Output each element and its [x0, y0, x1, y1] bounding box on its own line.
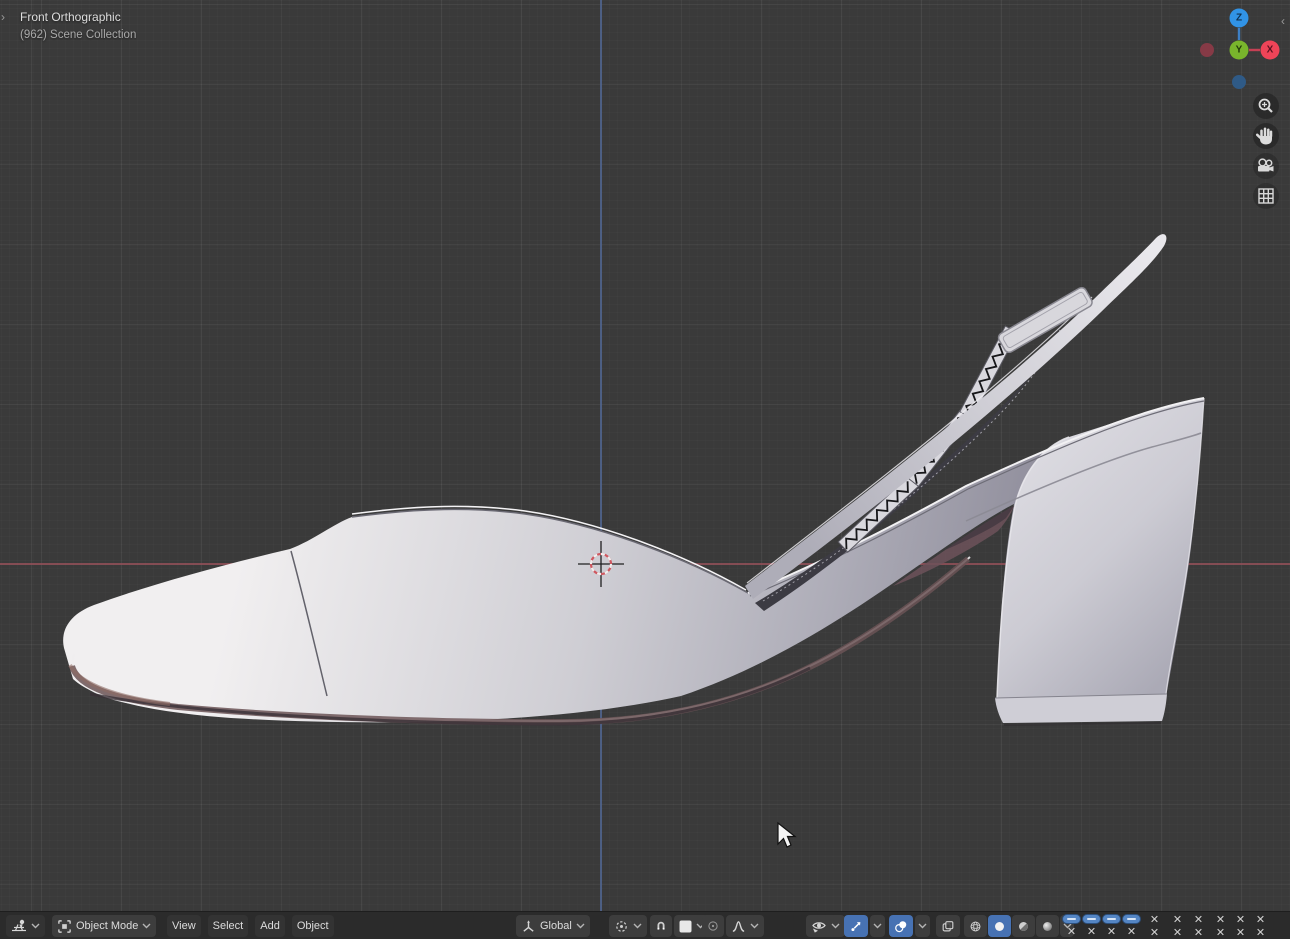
chevron-down-icon: [142, 923, 151, 929]
x-button[interactable]: ✕: [1122, 925, 1141, 938]
x-button[interactable]: ✕: [1189, 926, 1208, 939]
svg-text:Z: Z: [1236, 13, 1242, 24]
axes-icon: [521, 919, 536, 934]
editor-type-icon: [11, 918, 27, 934]
orientation-label: Global: [540, 920, 572, 932]
viewport-nav-buttons: [1250, 92, 1282, 212]
x-button[interactable]: ✕: [1168, 926, 1187, 939]
pivot-point-selector[interactable]: [609, 915, 647, 937]
pivot-dot-circle-icon: [614, 919, 629, 934]
navigation-gizmo[interactable]: Z Y X: [1197, 4, 1283, 96]
x-button[interactable]: ✕: [1145, 926, 1164, 939]
editor-type-button[interactable]: [6, 915, 45, 937]
overlap-squares-icon: [941, 919, 955, 934]
chevron-down-icon: [633, 923, 642, 929]
x-button[interactable]: ✕: [1168, 913, 1187, 926]
chevron-down-icon: [31, 923, 40, 929]
zoom-button[interactable]: [1253, 93, 1279, 119]
chevron-down-icon: [873, 923, 882, 929]
chevron-down-icon: [918, 923, 927, 929]
menu-object[interactable]: Object: [292, 915, 334, 937]
chevron-down-icon: [576, 923, 585, 929]
header-extra-buttons: ✕ ✕ ✕ ✕ ✕ ✕ ✕ ✕ ✕ ✕ ✕ ✕ ✕ ✕ ✕ ✕: [1060, 912, 1274, 939]
pill-button[interactable]: [1062, 914, 1081, 924]
snap-toggle[interactable]: [650, 915, 672, 937]
svg-text:Y: Y: [1236, 45, 1243, 56]
nav-gizmo-arrow-icon: [849, 919, 863, 934]
blender-window: Front Orthographic (962) Scene Collectio…: [0, 0, 1290, 939]
x-button[interactable]: ✕: [1082, 925, 1101, 938]
eye-icon: [811, 918, 827, 934]
x-button[interactable]: ✕: [1211, 926, 1230, 939]
overlays-dropdown[interactable]: [915, 915, 930, 937]
mouse-pointer: [775, 821, 799, 851]
active-collection-label: (962) Scene Collection: [20, 29, 136, 41]
chevron-down-icon: [750, 923, 759, 929]
x-button[interactable]: ✕: [1145, 913, 1164, 926]
material-sphere-icon: [1017, 919, 1030, 934]
magnet-icon: [655, 919, 667, 933]
shading-rendered-button[interactable]: [1036, 915, 1059, 937]
menu-add[interactable]: Add: [255, 915, 285, 937]
proportional-editing-toggle[interactable]: [702, 915, 724, 937]
shading-material-button[interactable]: [1012, 915, 1035, 937]
3d-viewport[interactable]: Front Orthographic (962) Scene Collectio…: [0, 0, 1290, 911]
smooth-curve-icon: [731, 919, 746, 934]
gizmo-neg-x-ball: [1200, 43, 1214, 57]
increment-square-icon: [679, 920, 692, 933]
x-button[interactable]: ✕: [1102, 925, 1121, 938]
solid-sphere-icon: [993, 919, 1006, 934]
object-mode-icon: [57, 919, 72, 934]
gizmos-dropdown[interactable]: [870, 915, 885, 937]
show-gizmos-toggle[interactable]: [844, 915, 868, 937]
x-button[interactable]: ✕: [1231, 926, 1250, 939]
pill-button[interactable]: [1122, 914, 1141, 924]
proportional-falloff-selector[interactable]: [726, 915, 764, 937]
header-menus: View Select Add Object: [167, 915, 334, 937]
two-circles-icon: [894, 919, 908, 934]
shoe-model-render: [0, 0, 1290, 911]
x-button[interactable]: ✕: [1062, 925, 1081, 938]
rendered-sphere-icon: [1041, 919, 1054, 934]
x-button[interactable]: ✕: [1231, 913, 1250, 926]
x-button[interactable]: ✕: [1251, 926, 1270, 939]
viewport-header: Object Mode View Select Add Object Globa…: [0, 911, 1290, 939]
orthographic-toggle-button[interactable]: [1253, 183, 1279, 209]
mode-label: Object Mode: [76, 920, 138, 932]
object-visibility-selector[interactable]: [806, 915, 845, 937]
transform-orientation-selector[interactable]: Global: [516, 915, 590, 937]
x-button[interactable]: ✕: [1211, 913, 1230, 926]
xray-toggle[interactable]: [936, 915, 960, 937]
shading-wireframe-button[interactable]: [964, 915, 987, 937]
menu-select[interactable]: Select: [208, 915, 249, 937]
view-label: Front Orthographic: [20, 10, 121, 24]
dot-circle-icon: [707, 919, 719, 933]
mode-selector[interactable]: Object Mode: [52, 915, 156, 937]
gizmo-neg-z-ball: [1232, 75, 1246, 89]
x-button[interactable]: ✕: [1251, 913, 1270, 926]
wire-sphere-icon: [969, 919, 982, 934]
3d-cursor: [576, 539, 626, 589]
chevron-down-icon: [831, 923, 840, 929]
x-button[interactable]: ✕: [1189, 913, 1208, 926]
pill-button[interactable]: [1102, 914, 1121, 924]
pill-button[interactable]: [1082, 914, 1101, 924]
svg-text:X: X: [1267, 45, 1274, 56]
toolbar-expand-arrow[interactable]: ›: [1, 11, 5, 23]
pan-button[interactable]: [1253, 123, 1279, 149]
show-overlays-toggle[interactable]: [889, 915, 913, 937]
camera-view-button[interactable]: [1253, 153, 1279, 179]
menu-view[interactable]: View: [167, 915, 201, 937]
shading-solid-button[interactable]: [988, 915, 1011, 937]
